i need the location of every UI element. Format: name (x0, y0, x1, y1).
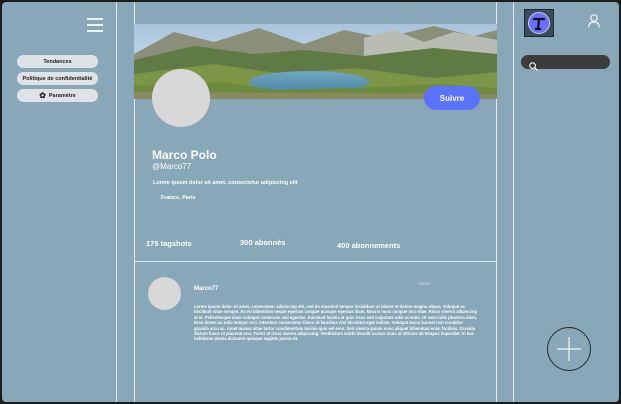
menu-icon[interactable] (87, 18, 103, 32)
sidebar-item-trends[interactable]: Tendances (17, 55, 98, 68)
post-avatar[interactable] (148, 277, 181, 310)
profile-divider (134, 261, 497, 262)
profile-name: Marco Polo (152, 148, 217, 162)
app-logo[interactable] (524, 9, 554, 37)
logo-icon (528, 12, 550, 34)
plus-icon (557, 337, 581, 361)
search-icon (529, 58, 538, 76)
sidebar-item-privacy-policy[interactable]: Politique de confidentialité (17, 72, 98, 85)
tagshots-count[interactable]: 175 tagshots (146, 239, 192, 248)
profile-handle: @Marco77 (152, 162, 192, 171)
sidebar-item-label: Paramètre (48, 92, 76, 99)
follow-button[interactable]: Suivre (424, 86, 480, 110)
profile-location: France, Paris (161, 195, 196, 201)
followers-count[interactable]: 300 abonnés (240, 238, 285, 247)
post-body: Lorem ipsum dolor sit amet, consectetur … (194, 304, 477, 342)
right-divider (513, 2, 514, 402)
add-post-button[interactable] (547, 327, 591, 371)
app-window: Tendances Politique de confidentialité ✿… (2, 2, 619, 402)
gear-icon: ✿ (39, 90, 46, 100)
user-icon[interactable] (588, 14, 600, 33)
post-author[interactable]: Marco77 (194, 286, 218, 292)
profile-avatar[interactable] (152, 69, 210, 127)
sidebar-item-settings[interactable]: ✿ Paramètre (17, 89, 98, 102)
sidebar-item-label: Tendances (43, 58, 72, 65)
post-timestamp: 15min (418, 281, 431, 286)
following-count[interactable]: 400 abonnements (337, 241, 400, 250)
sidebar-item-label: Politique de confidentialité (22, 75, 93, 82)
left-divider (116, 2, 117, 402)
profile-bio: Lorem ipsum dolor sit amet, consectetur … (153, 180, 298, 186)
